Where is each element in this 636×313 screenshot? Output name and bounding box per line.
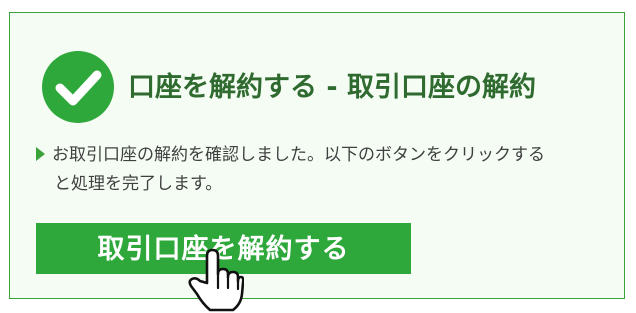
- hand-pointer-icon: [188, 248, 244, 312]
- message-line-2: と処理を完了します。: [54, 174, 223, 194]
- triangle-bullet-icon: [36, 147, 45, 161]
- check-circle-icon: [42, 51, 114, 123]
- page-title: 口座を解約する - 取引口座の解約: [128, 72, 537, 103]
- confirmation-message: お取引口座の解約を確認しました。以下のボタンをクリックする と処理を完了します。: [36, 141, 626, 199]
- message-line-1: お取引口座の解約を確認しました。以下のボタンをクリックする: [52, 145, 545, 165]
